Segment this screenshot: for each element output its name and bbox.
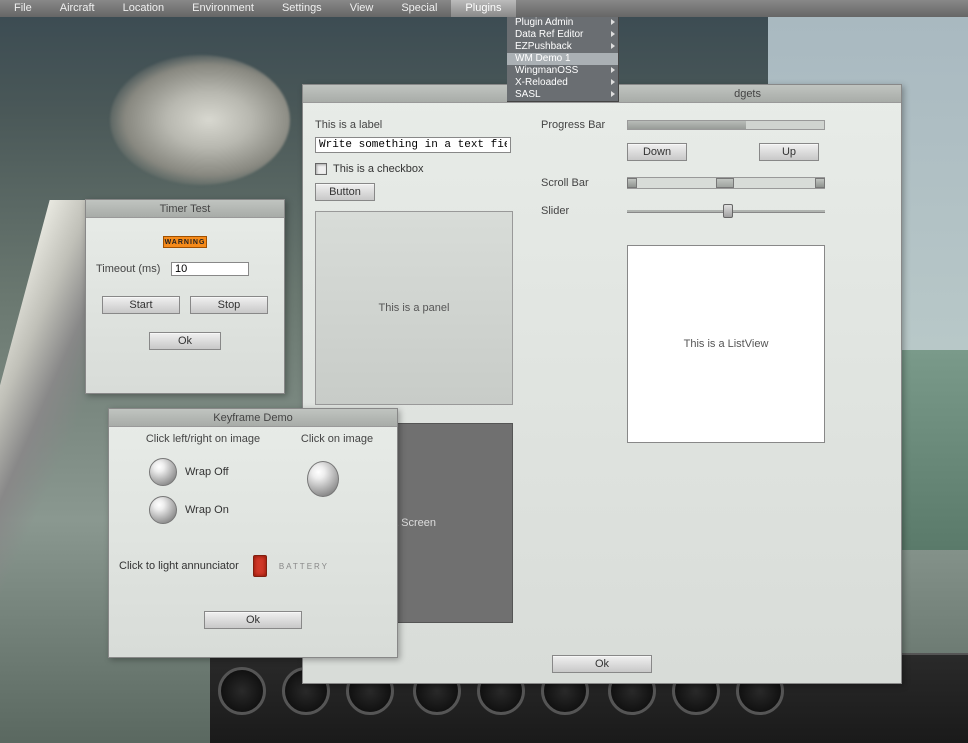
warning-icon: WARNING xyxy=(163,236,207,248)
progress-bar xyxy=(627,120,825,130)
scroll-thumb[interactable] xyxy=(716,178,734,188)
static-label: This is a label xyxy=(315,119,531,131)
annunciator-lamp[interactable] xyxy=(253,555,267,577)
header-left: Click left/right on image xyxy=(119,433,287,445)
timeout-label: Timeout (ms) xyxy=(96,263,171,275)
plugin-menu-plugin-admin[interactable]: Plugin Admin xyxy=(507,17,618,29)
plugins-dropdown: Plugin AdminData Ref EditorEZPushbackWM … xyxy=(507,17,619,102)
keyframe-ok-button[interactable]: Ok xyxy=(204,611,302,629)
slider[interactable] xyxy=(627,206,825,216)
submenu-arrow-icon xyxy=(611,67,615,73)
start-button[interactable]: Start xyxy=(102,296,180,314)
menu-location[interactable]: Location xyxy=(109,0,179,17)
checkbox[interactable] xyxy=(315,163,327,175)
timer-ok-button[interactable]: Ok xyxy=(149,332,221,350)
menu-view[interactable]: View xyxy=(336,0,388,17)
plugin-menu-wm-demo-1[interactable]: WM Demo 1 xyxy=(507,53,618,65)
scrollbar-label: Scroll Bar xyxy=(541,177,627,189)
submenu-arrow-icon xyxy=(611,79,615,85)
stop-button[interactable]: Stop xyxy=(190,296,268,314)
wrap-on-knob[interactable] xyxy=(149,496,177,524)
keyframe-demo-window: Keyframe Demo Click left/right on image … xyxy=(108,408,398,658)
timer-test-window: Timer Test WARNING Timeout (ms) Start St… xyxy=(85,199,285,394)
slider-label: Slider xyxy=(541,205,627,217)
menu-settings[interactable]: Settings xyxy=(268,0,336,17)
plugin-menu-data-ref-editor[interactable]: Data Ref Editor xyxy=(507,29,618,41)
scroll-left-cap[interactable] xyxy=(627,178,637,188)
up-button[interactable]: Up xyxy=(759,143,819,161)
timer-window-title[interactable]: Timer Test xyxy=(86,200,284,218)
keyframe-window-title[interactable]: Keyframe Demo xyxy=(109,409,397,427)
header-right: Click on image xyxy=(287,433,387,445)
text-input[interactable] xyxy=(315,137,511,153)
down-button[interactable]: Down xyxy=(627,143,687,161)
generic-button[interactable]: Button xyxy=(315,183,375,201)
menu-aircraft[interactable]: Aircraft xyxy=(46,0,109,17)
checkbox-label: This is a checkbox xyxy=(333,163,423,175)
plugin-menu-sasl[interactable]: SASL xyxy=(507,89,618,101)
menu-environment[interactable]: Environment xyxy=(178,0,268,17)
wrap-off-knob[interactable] xyxy=(149,458,177,486)
panel: This is a panel xyxy=(315,211,513,405)
menu-plugins[interactable]: Plugins xyxy=(451,0,515,17)
wrap-on-label: Wrap On xyxy=(185,504,229,516)
menu-file[interactable]: File xyxy=(0,0,46,17)
submenu-arrow-icon xyxy=(611,19,615,25)
listview[interactable]: This is a ListView xyxy=(627,245,825,443)
annunciator-label: Click to light annunciator xyxy=(119,560,239,572)
plugin-menu-ezpushback[interactable]: EZPushback xyxy=(507,41,618,53)
plugin-menu-x-reloaded[interactable]: X-Reloaded xyxy=(507,77,618,89)
menubar: FileAircraftLocationEnvironmentSettingsV… xyxy=(0,0,968,17)
main-ok-button[interactable]: Ok xyxy=(552,655,652,673)
progress-label: Progress Bar xyxy=(541,119,627,131)
menu-special[interactable]: Special xyxy=(387,0,451,17)
submenu-arrow-icon xyxy=(611,91,615,97)
plugin-menu-wingmanoss[interactable]: WingmanOSS xyxy=(507,65,618,77)
annunciator-text: BATTERY xyxy=(279,562,329,571)
timeout-input[interactable] xyxy=(171,262,249,276)
submenu-arrow-icon xyxy=(611,43,615,49)
cockpit-metal xyxy=(110,55,290,185)
submenu-arrow-icon xyxy=(611,31,615,37)
slider-handle[interactable] xyxy=(723,204,733,218)
scrollbar[interactable] xyxy=(627,177,825,189)
click-image-knob[interactable] xyxy=(307,461,339,497)
scroll-right-cap[interactable] xyxy=(815,178,825,188)
wrap-off-label: Wrap Off xyxy=(185,466,229,478)
